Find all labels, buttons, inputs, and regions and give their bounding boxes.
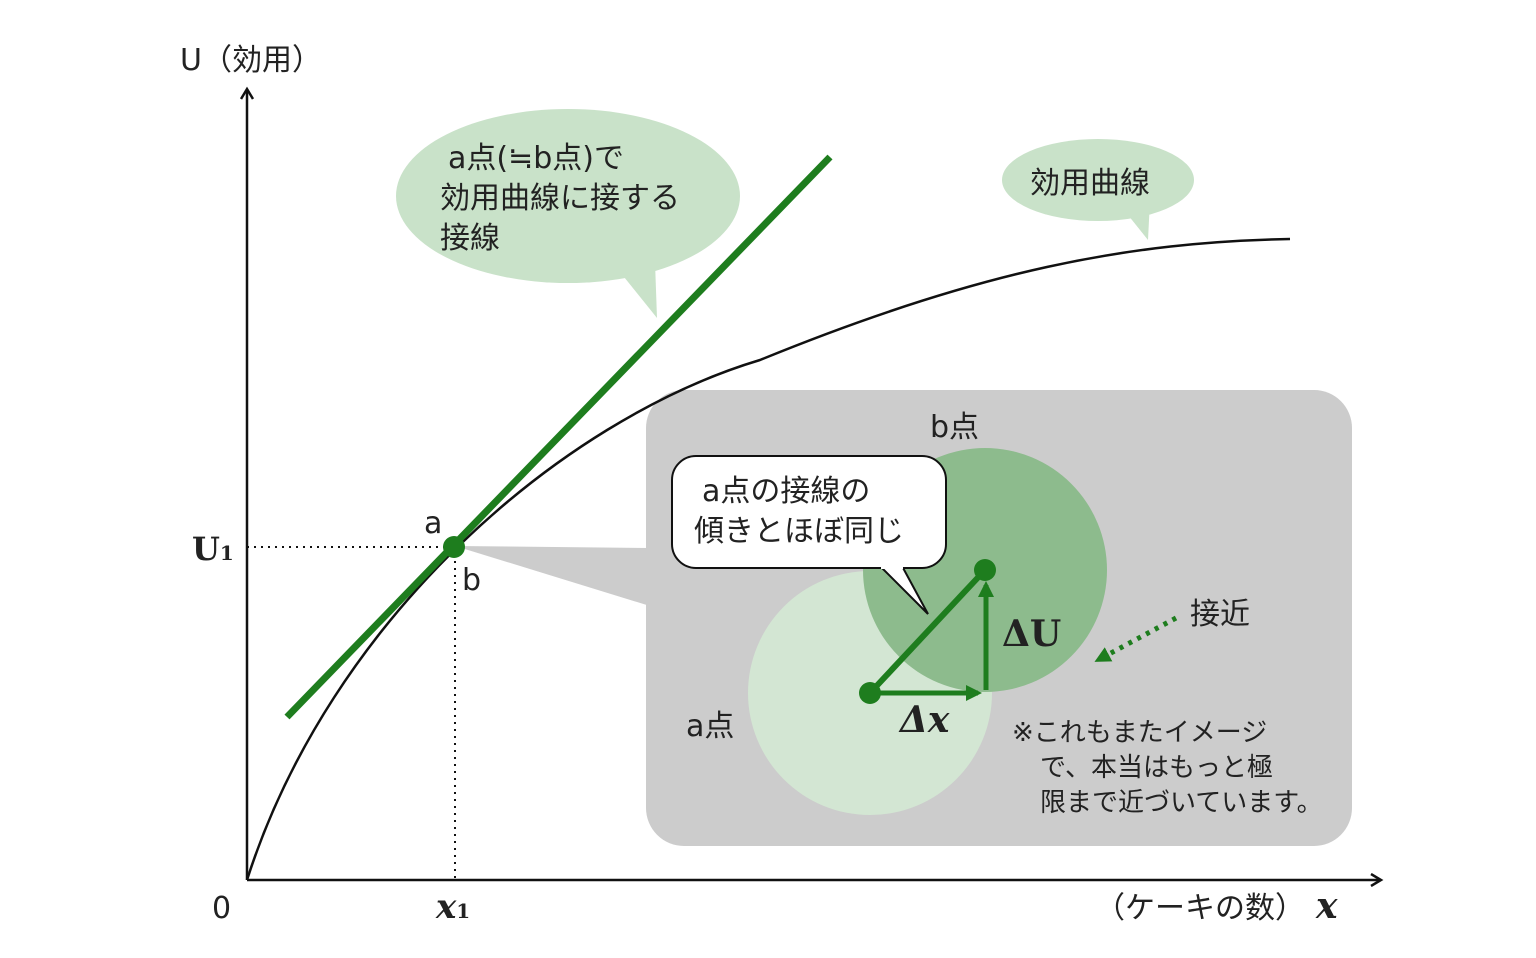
note-line-2: で、本当はもっと極 [1040, 753, 1273, 783]
slope-callout-line-2: 傾きとほぼ同じ [694, 514, 904, 549]
inset-b-dot [974, 559, 996, 581]
approach-label: 接近 [1190, 597, 1250, 632]
tangent-callout-line-2: 効用曲線に接する [440, 181, 680, 216]
inset-a-point-label: a点 [686, 709, 734, 744]
delta-x-label: Δx [898, 699, 950, 741]
y-axis-label: U（効用） [180, 43, 322, 78]
u1-label: U1 [192, 530, 234, 568]
x-axis-symbol: x [1315, 885, 1338, 927]
origin-label: 0 [212, 891, 231, 926]
point-a-dot [443, 536, 465, 558]
point-a-label: a [424, 506, 442, 541]
x1-label: x1 [435, 887, 470, 927]
note-line-1: ※これもまたイメージ [1012, 718, 1267, 748]
delta-u-label: ΔU [1002, 613, 1061, 655]
tangent-callout-line-1: a点(≒b点)で [448, 141, 624, 176]
utility-curve-diagram: U（効用） （ケーキの数） x 0 U1 x1 a b a点(≒b点)で 効用曲… [180, 43, 1536, 927]
tangent-callout-line-3: 接線 [440, 221, 500, 256]
note-line-3: 限まで近づいています。 [1040, 788, 1323, 818]
point-b-label: b [462, 563, 481, 598]
inset-b-point-label: b点 [930, 410, 979, 445]
slope-callout-line-1: a点の接線の [702, 474, 870, 509]
inset-a-dot [859, 682, 881, 704]
x-axis-label: （ケーキの数） [1095, 891, 1305, 926]
curve-callout: 効用曲線 [1030, 166, 1150, 201]
